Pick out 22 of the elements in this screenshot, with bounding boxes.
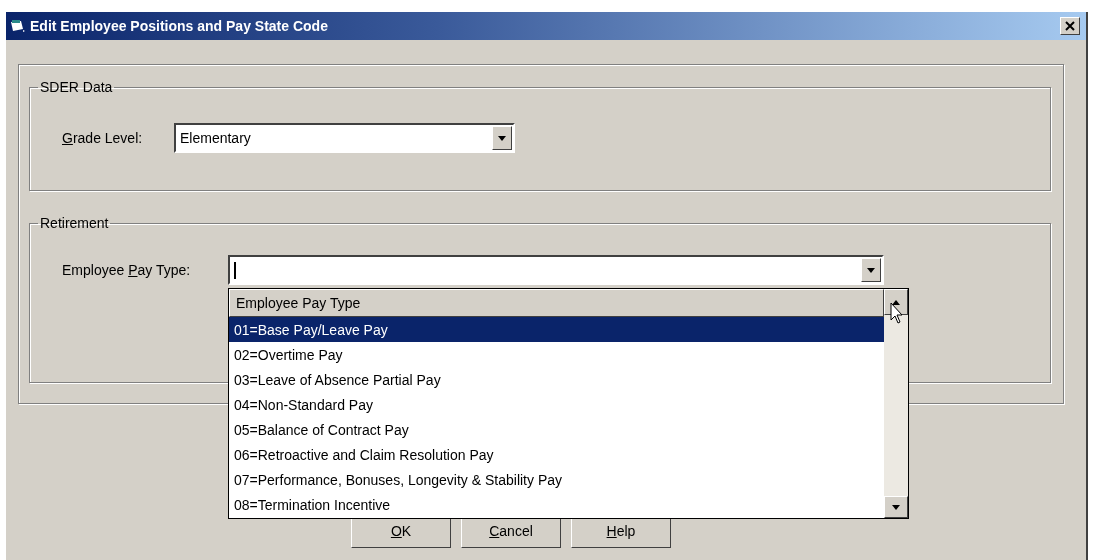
group-title: SDER Data (39, 79, 114, 95)
field-label: Grade Level: (62, 130, 144, 146)
text-cursor (234, 261, 236, 279)
dropdown-field[interactable] (228, 255, 884, 285)
column-header: Employee Pay Type (229, 289, 884, 317)
dropdown-button[interactable] (861, 258, 881, 282)
close-button[interactable] (1060, 17, 1080, 35)
down-arrow-icon (498, 135, 506, 141)
scrollbar[interactable] (884, 289, 908, 518)
dropdown-field[interactable]: Elementary (174, 123, 515, 153)
close-icon (1065, 21, 1075, 31)
app-icon (10, 19, 26, 33)
group-title: Retirement (39, 215, 110, 231)
up-arrow-icon (892, 299, 900, 305)
list-item[interactable]: 01=Base Pay/Leave Pay (229, 317, 884, 342)
scroll-down-button[interactable] (884, 496, 908, 518)
window-title: Edit Employee Positions and Pay State Code (30, 18, 329, 34)
down-arrow-icon (867, 267, 875, 273)
down-arrow-icon (892, 504, 900, 510)
dropdown-button[interactable] (492, 126, 512, 150)
mouse-pointer-icon (890, 302, 904, 324)
field-label: Employee Pay Type: (62, 262, 192, 278)
